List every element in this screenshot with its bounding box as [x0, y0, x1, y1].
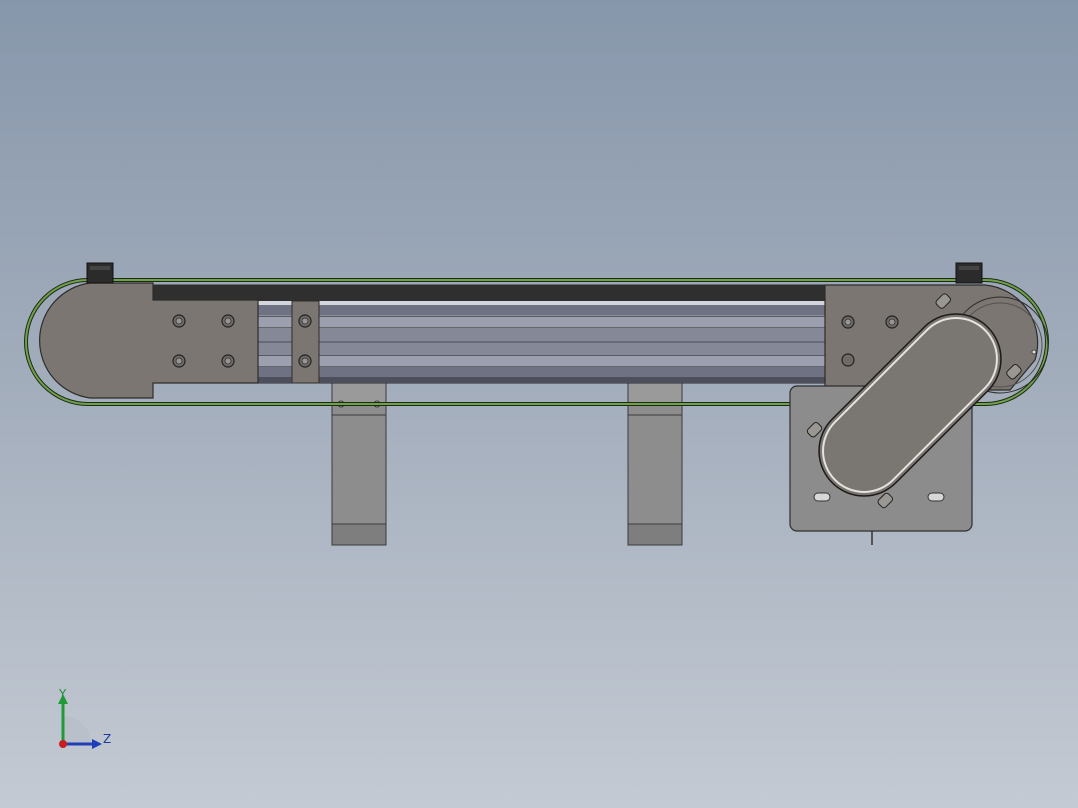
support-leg-right[interactable]	[627, 382, 683, 546]
triad-z-label: Z	[103, 732, 112, 746]
belt-cap-left[interactable]	[86, 262, 114, 284]
connector-clamp[interactable]	[291, 300, 320, 384]
left-end-plate[interactable]	[39, 282, 259, 399]
triad-quadrant	[63, 716, 91, 744]
conveyor-model[interactable]	[0, 0, 1078, 808]
support-leg-left[interactable]	[331, 382, 387, 546]
belt-cap-right[interactable]	[955, 262, 983, 284]
cad-viewport[interactable]: Y Z	[0, 0, 1078, 808]
triad-y-label: Y	[59, 687, 67, 701]
x-axis-dot-icon	[59, 740, 67, 748]
